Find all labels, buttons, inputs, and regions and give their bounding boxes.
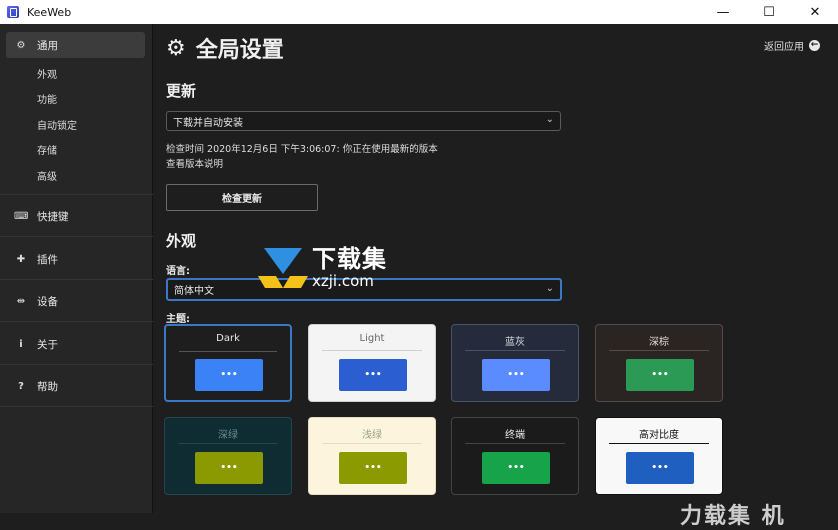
download-arrow-icon [258, 248, 308, 288]
theme-divider [178, 443, 278, 444]
theme-name: Dark [216, 333, 240, 344]
theme-option[interactable]: Dark ••• [164, 324, 292, 402]
back-to-app-link[interactable]: 返回应用 ← [764, 38, 820, 53]
watermark-brand: 下载集 [312, 245, 387, 273]
theme-option[interactable]: Light ••• [308, 324, 436, 402]
auto-update-select[interactable]: 下载并自动安装 ⌄ [166, 111, 561, 131]
page-title: ⚙ 全局设置 [166, 32, 284, 64]
sidebar-item-devices[interactable]: ⇹ 设备 [6, 288, 145, 314]
theme-preview-swatch: ••• [195, 452, 263, 484]
theme-preview-swatch: ••• [626, 452, 694, 484]
arrow-left-circle-icon: ← [809, 40, 820, 51]
update-check-info: 检查时间 2020年12月6日 下午3:06:07: 你正在使用最新的版本 [166, 144, 438, 155]
close-button[interactable]: ✕ [792, 0, 838, 24]
theme-option[interactable]: 终端 ••• [451, 417, 579, 495]
theme-option[interactable]: 深绿 ••• [164, 417, 292, 495]
chevron-down-icon: ⌄ [545, 114, 554, 125]
keyboard-icon: ⌨ [14, 210, 29, 222]
sidebar-item-plugins[interactable]: ✚ 插件 [6, 246, 145, 272]
theme-divider [609, 443, 709, 444]
theme-name: 蓝灰 [505, 337, 525, 348]
theme-preview-swatch: ••• [339, 359, 407, 391]
sidebar-item-about[interactable]: i 关于 [6, 331, 145, 357]
theme-name: Light [359, 333, 385, 344]
question-icon: ? [18, 380, 24, 392]
page-title-text: 全局设置 [195, 38, 284, 63]
sidebar-divider [0, 236, 153, 237]
updates-heading: 更新 [166, 82, 197, 100]
title-bar: KeeWeb — ☐ ✕ [0, 0, 838, 24]
auto-update-select-value: 下载并自动安装 [173, 117, 243, 129]
theme-preview-swatch: ••• [482, 452, 550, 484]
theme-option[interactable]: 浅绿 ••• [308, 417, 436, 495]
usb-icon: ⇹ [16, 295, 26, 307]
corner-watermark: 力载集 机 [680, 504, 786, 529]
theme-option[interactable]: 高对比度 ••• [595, 417, 723, 495]
gear-icon: ⚙ [16, 39, 26, 51]
theme-preview-swatch: ••• [195, 359, 263, 391]
watermark-text: 下载集 xzji.com [312, 246, 387, 290]
release-notes-link[interactable]: 查看版本说明 [166, 156, 223, 170]
watermark-url: xzji.com [312, 272, 374, 290]
theme-divider [465, 350, 565, 351]
sidebar-subitem-features[interactable]: 功能 [37, 91, 57, 106]
back-to-app-label: 返回应用 [764, 42, 804, 53]
sidebar-divider [0, 194, 153, 195]
sidebar-item-label: 帮助 [37, 380, 58, 393]
watermark-logo: 下载集 xzji.com [258, 244, 387, 292]
sidebar-divider [0, 364, 153, 365]
sidebar-divider [0, 279, 153, 280]
theme-divider [322, 350, 422, 351]
sidebar-item-label: 快捷键 [37, 210, 69, 223]
sidebar-subitem-storage[interactable]: 存储 [37, 142, 57, 157]
sidebar-item-label: 设备 [37, 295, 58, 308]
window-controls: — ☐ ✕ [700, 0, 838, 24]
info-icon: i [19, 338, 23, 350]
check-updates-button[interactable]: 检查更新 [166, 184, 318, 211]
sidebar-subitem-autolock[interactable]: 自动锁定 [37, 117, 77, 132]
theme-option[interactable]: 蓝灰 ••• [451, 324, 579, 402]
settings-sidebar: ⚙ 通用 外观 功能 自动锁定 存储 高级 ⌨ 快捷键 ✚ 插件 ⇹ 设备 i … [0, 24, 153, 513]
sidebar-item-label: 通用 [37, 39, 58, 52]
sidebar-item-label: 关于 [37, 338, 58, 351]
theme-preview-swatch: ••• [482, 359, 550, 391]
language-select-value: 简体中文 [174, 286, 214, 297]
sidebar-item-label: 插件 [37, 253, 58, 266]
sidebar-item-general[interactable]: ⚙ 通用 [6, 32, 145, 58]
theme-name: 终端 [505, 430, 525, 441]
sidebar-subitem-appearance[interactable]: 外观 [37, 66, 57, 81]
theme-name: 高对比度 [639, 430, 679, 441]
theme-divider [179, 351, 277, 352]
puzzle-icon: ✚ [16, 253, 26, 265]
appearance-heading: 外观 [166, 232, 197, 250]
sidebar-item-shortcuts[interactable]: ⌨ 快捷键 [6, 203, 145, 229]
keeweb-app-icon [7, 6, 19, 18]
theme-name: 深棕 [649, 337, 669, 348]
theme-divider [609, 350, 709, 351]
minimize-button[interactable]: — [700, 0, 746, 24]
gear-icon: ⚙ [166, 35, 186, 61]
theme-option[interactable]: 深棕 ••• [595, 324, 723, 402]
theme-preview-swatch: ••• [626, 359, 694, 391]
sidebar-subitem-advanced[interactable]: 高级 [37, 168, 57, 183]
language-label: 语言: [166, 266, 190, 277]
theme-label: 主题: [166, 314, 190, 325]
theme-divider [322, 443, 422, 444]
sidebar-divider [0, 406, 153, 407]
theme-preview-swatch: ••• [339, 452, 407, 484]
sidebar-divider [0, 321, 153, 322]
window-title: KeeWeb [27, 5, 72, 19]
settings-main: ⚙ 全局设置 返回应用 ← 更新 下载并自动安装 ⌄ 检查时间 2020年12月… [154, 24, 838, 513]
maximize-button[interactable]: ☐ [746, 0, 792, 24]
theme-divider [465, 443, 565, 444]
theme-name: 深绿 [218, 430, 238, 441]
sidebar-item-help[interactable]: ? 帮助 [6, 373, 145, 399]
chevron-down-icon: ⌄ [545, 283, 554, 294]
theme-name: 浅绿 [362, 430, 382, 441]
